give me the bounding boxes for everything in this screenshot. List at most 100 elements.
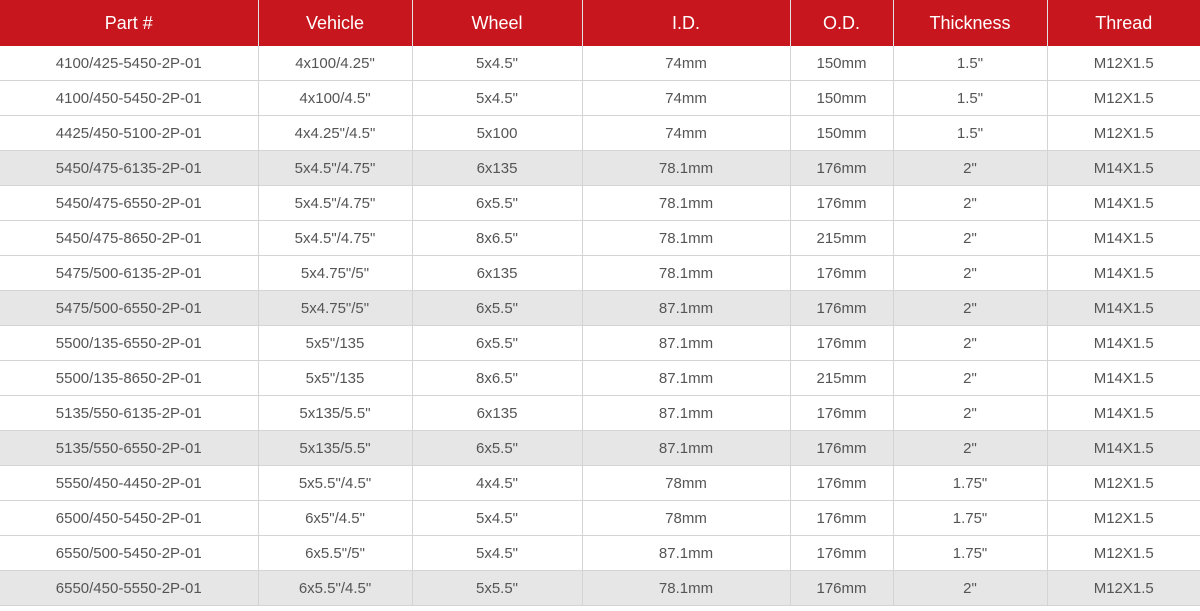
cell-wheel: 6x135 [412,150,583,186]
cell-outer-diameter: 150mm [790,46,894,81]
cell-outer-diameter: 150mm [790,80,894,116]
table-row: 5450/475-6135-2P-01 5x4.5"/4.75" 6x135 78.1… [0,150,1200,186]
cell-vehicle: 5x5"/135 [258,360,413,396]
cell-inner-diameter: 78mm [582,465,791,501]
cell-vehicle: 6x5.5"/5" [258,535,413,571]
spacer-spec-table: Part # Vehicle Wheel I.D. O.D. Thickness… [0,0,1200,606]
cell-part-number: 6500/450-5450-2P-01 [0,500,259,536]
table-row: 5475/500-6550-2P-01 5x4.75"/5" 6x5.5" 87.1m… [0,290,1200,326]
cell-part-number: 5500/135-6550-2P-01 [0,325,259,361]
cell-inner-diameter: 87.1mm [582,535,791,571]
cell-outer-diameter: 176mm [790,465,894,501]
cell-thickness: 2" [893,360,1048,396]
table-row: 5500/135-8650-2P-01 5x5"/135 8x6.5" 87.1mm 2… [0,360,1200,396]
cell-inner-diameter: 78.1mm [582,570,791,606]
cell-inner-diameter: 74mm [582,80,791,116]
cell-vehicle: 5x4.75"/5" [258,255,413,291]
cell-thread: M12X1.5 [1047,500,1200,536]
cell-inner-diameter: 87.1mm [582,360,791,396]
table-row: 5450/475-8650-2P-01 5x4.5"/4.75" 8x6.5" 78.… [0,220,1200,256]
cell-thickness: 1.5" [893,115,1048,151]
cell-inner-diameter: 78.1mm [582,255,791,291]
cell-thickness: 2" [893,395,1048,431]
cell-vehicle: 5x5.5"/4.5" [258,465,413,501]
cell-inner-diameter: 87.1mm [582,290,791,326]
cell-part-number: 5475/500-6135-2P-01 [0,255,259,291]
table-row: 5135/550-6550-2P-01 5x135/5.5" 6x5.5" 87.1m… [0,430,1200,466]
cell-wheel: 6x5.5" [412,325,583,361]
cell-inner-diameter: 78.1mm [582,150,791,186]
cell-part-number: 5475/500-6550-2P-01 [0,290,259,326]
cell-inner-diameter: 87.1mm [582,395,791,431]
cell-vehicle: 4x100/4.25" [258,46,413,81]
cell-thread: M12X1.5 [1047,46,1200,81]
header-wheel: Wheel [412,0,583,46]
cell-part-number: 4100/425-5450-2P-01 [0,46,259,81]
cell-vehicle: 4x4.25"/4.5" [258,115,413,151]
cell-thread: M14X1.5 [1047,325,1200,361]
table-row: 4100/450-5450-2P-01 4x100/4.5" 5x4.5" 74mm 1… [0,80,1200,116]
cell-outer-diameter: 176mm [790,500,894,536]
cell-outer-diameter: 215mm [790,220,894,256]
cell-part-number: 5135/550-6135-2P-01 [0,395,259,431]
cell-thickness: 2" [893,150,1048,186]
cell-outer-diameter: 176mm [790,185,894,221]
cell-outer-diameter: 176mm [790,395,894,431]
cell-wheel: 6x135 [412,395,583,431]
cell-wheel: 5x5.5" [412,570,583,606]
cell-outer-diameter: 176mm [790,150,894,186]
cell-outer-diameter: 176mm [790,430,894,466]
table-row: 5450/475-6550-2P-01 5x4.5"/4.75" 6x5.5" 78.… [0,185,1200,221]
header-thickness: Thickness [893,0,1048,46]
header-inner-diameter: I.D. [582,0,791,46]
cell-wheel: 8x6.5" [412,220,583,256]
cell-inner-diameter: 78.1mm [582,185,791,221]
table-row: 5475/500-6135-2P-01 5x4.75"/5" 6x135 78.1mm… [0,255,1200,291]
cell-thickness: 1.75" [893,500,1048,536]
cell-wheel: 6x5.5" [412,185,583,221]
cell-part-number: 5500/135-8650-2P-01 [0,360,259,396]
cell-vehicle: 5x135/5.5" [258,395,413,431]
header-part-number: Part # [0,0,259,46]
cell-wheel: 6x5.5" [412,290,583,326]
cell-thickness: 2" [893,255,1048,291]
table-row: 4425/450-5100-2P-01 4x4.25"/4.5" 5x100 74mm… [0,115,1200,151]
cell-thread: M12X1.5 [1047,535,1200,571]
table-body: 4100/425-5450-2P-01 4x100/4.25" 5x4.5" 74mm… [0,46,1200,606]
cell-thread: M14X1.5 [1047,255,1200,291]
cell-thickness: 1.75" [893,535,1048,571]
table-row: 5135/550-6135-2P-01 5x135/5.5" 6x135 87.1mm… [0,395,1200,431]
cell-wheel: 5x4.5" [412,535,583,571]
cell-vehicle: 5x4.5"/4.75" [258,185,413,221]
cell-outer-diameter: 176mm [790,255,894,291]
cell-part-number: 5450/475-6550-2P-01 [0,185,259,221]
table-row: 6550/500-5450-2P-01 6x5.5"/5" 5x4.5" 87.1mm… [0,535,1200,571]
cell-wheel: 5x4.5" [412,80,583,116]
cell-thickness: 2" [893,220,1048,256]
cell-part-number: 6550/450-5550-2P-01 [0,570,259,606]
cell-thread: M12X1.5 [1047,115,1200,151]
cell-part-number: 4425/450-5100-2P-01 [0,115,259,151]
cell-inner-diameter: 74mm [582,115,791,151]
cell-thickness: 2" [893,185,1048,221]
cell-thread: M14X1.5 [1047,290,1200,326]
cell-wheel: 5x4.5" [412,500,583,536]
cell-thickness: 1.5" [893,80,1048,116]
cell-thread: M14X1.5 [1047,220,1200,256]
cell-vehicle: 6x5"/4.5" [258,500,413,536]
cell-wheel: 5x4.5" [412,46,583,81]
table-row: 6500/450-5450-2P-01 6x5"/4.5" 5x4.5" 78mm 17… [0,500,1200,536]
cell-vehicle: 6x5.5"/4.5" [258,570,413,606]
cell-part-number: 4100/450-5450-2P-01 [0,80,259,116]
cell-vehicle: 5x4.5"/4.75" [258,150,413,186]
cell-thickness: 2" [893,290,1048,326]
cell-outer-diameter: 176mm [790,570,894,606]
cell-thread: M12X1.5 [1047,465,1200,501]
cell-part-number: 5450/475-8650-2P-01 [0,220,259,256]
cell-thickness: 1.5" [893,46,1048,81]
cell-outer-diameter: 176mm [790,325,894,361]
cell-outer-diameter: 215mm [790,360,894,396]
cell-thread: M14X1.5 [1047,360,1200,396]
cell-outer-diameter: 176mm [790,290,894,326]
cell-thread: M12X1.5 [1047,80,1200,116]
